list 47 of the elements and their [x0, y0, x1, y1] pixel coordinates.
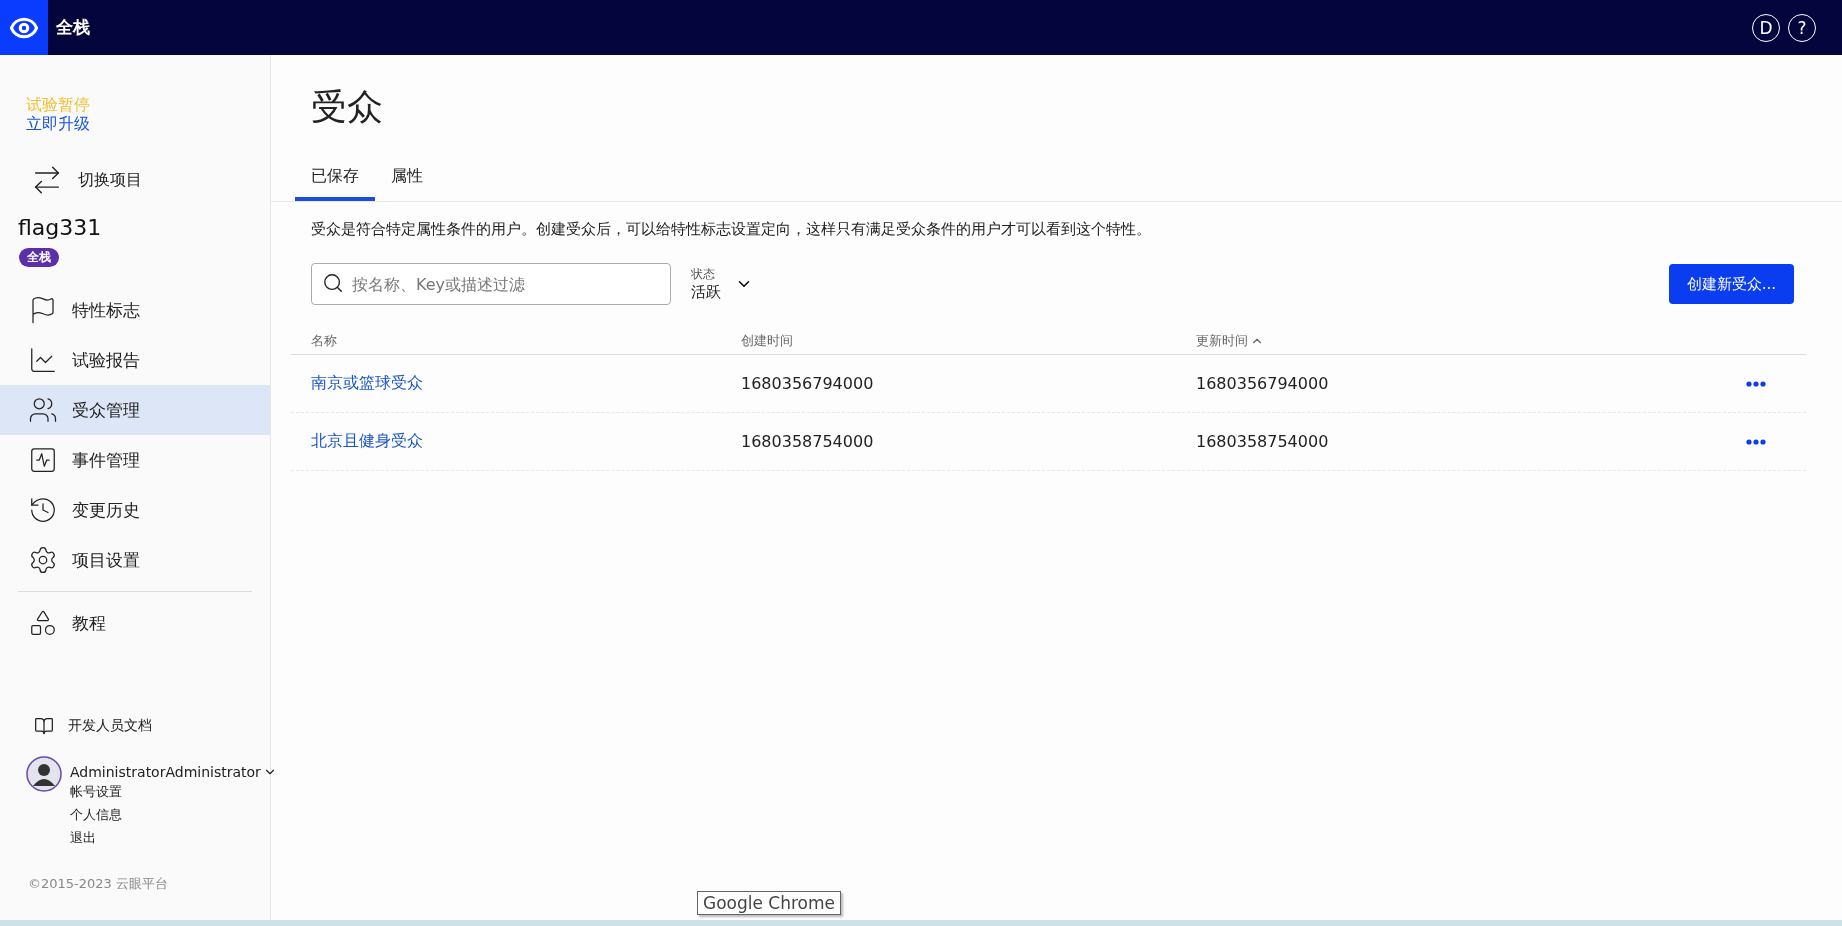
switch-project-button[interactable]: 切换项目 [30, 163, 142, 197]
table-cell-text: 1680356794000 [1196, 374, 1330, 393]
book-icon [34, 716, 54, 736]
copyright: ©2015-2023 云眼平台 [28, 875, 169, 893]
table-cell-text: 1680358754000 [1196, 432, 1330, 451]
table-cell-text: 1680356794000 [741, 374, 875, 393]
sidebar-item[interactable]: 变更历史 [0, 485, 270, 535]
pulse-box-icon [28, 445, 58, 475]
user-menu-button[interactable]: AdministratorAdministrator [70, 764, 277, 780]
sidebar-item[interactable]: 试验报告 [0, 335, 270, 385]
tab[interactable]: 已保存 [295, 160, 375, 201]
ellipsis-icon [1746, 380, 1766, 387]
tab[interactable]: 属性 [375, 160, 439, 201]
page-title: 受众 [311, 85, 384, 129]
sidebar-item[interactable]: 教程 [0, 598, 270, 648]
sidebar-item[interactable]: 事件管理 [0, 435, 270, 485]
sidebar-item[interactable]: 受众管理 [0, 385, 270, 435]
description: 受众是符合特定属性条件的用户。创建受众后，可以给特性标志设置定向，这样只有满足受众条件的用户才可以看到这个特性。 [311, 220, 1152, 239]
avatar-icon [26, 756, 62, 792]
create-audience-button[interactable]: 创建新受众... [1668, 264, 1794, 304]
status-dropdown[interactable]: 状态 活跃 [691, 266, 753, 302]
users-icon [28, 395, 58, 425]
project-name: flag331 [18, 215, 103, 240]
user-menu-item[interactable]: 退出 [70, 826, 96, 849]
column-header[interactable]: 更新时间 [1196, 331, 1746, 350]
column-header[interactable]: 创建时间 [741, 331, 1196, 350]
sidebar-item[interactable]: 特性标志 [0, 285, 270, 335]
search-icon [322, 272, 344, 294]
upgrade-link[interactable]: 立即升级 [26, 114, 90, 133]
line-chart-icon [28, 345, 58, 375]
user-menu-item[interactable]: 个人信息 [70, 803, 122, 826]
table-cell-text: 1680358754000 [741, 432, 875, 451]
search-field[interactable]: 按名称、Key或描述过滤 [311, 263, 671, 305]
brand-name: 全栈 [56, 16, 90, 39]
project-badge: 全栈 [19, 248, 59, 267]
sidebar-item[interactable]: 项目设置 [0, 535, 270, 585]
docs-link[interactable]: 开发人员文档 [34, 716, 152, 736]
audience-link[interactable]: 北京且健身受众 [311, 431, 423, 452]
user-menu-item[interactable]: 帐号设置 [70, 780, 122, 803]
tooltip: Google Chrome [697, 891, 842, 915]
ellipsis-icon [1746, 438, 1766, 445]
gear-icon [28, 545, 58, 575]
column-header[interactable]: 名称 [311, 331, 741, 350]
trial-status: 试验暂停 [26, 95, 91, 114]
history-icon [28, 495, 58, 525]
audience-link[interactable]: 南京或篮球受众 [311, 373, 423, 394]
shapes-icon [28, 608, 58, 638]
